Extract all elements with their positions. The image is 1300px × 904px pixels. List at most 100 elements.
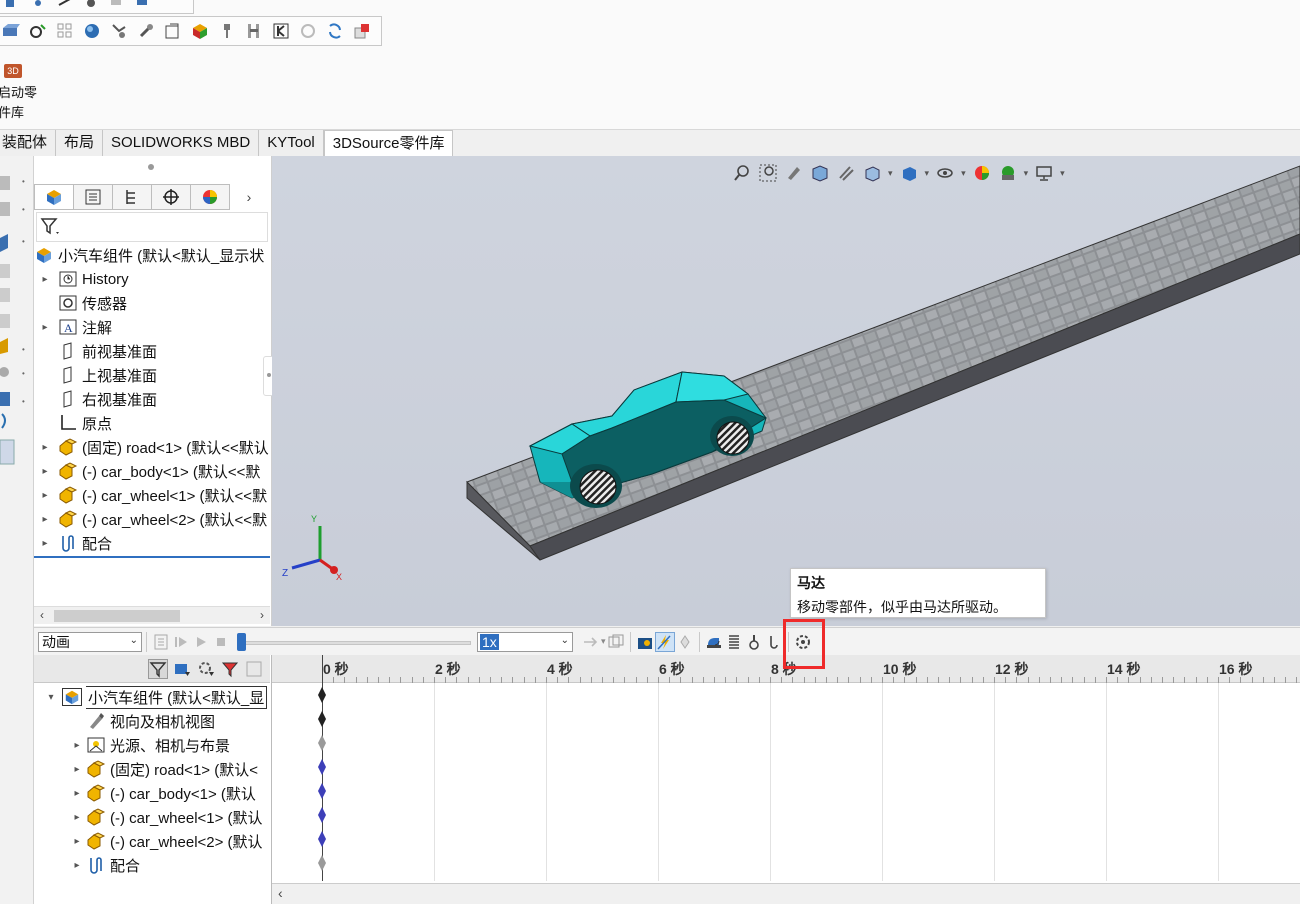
tree-item[interactable]: 原点: [38, 411, 112, 435]
tab-property-manager[interactable]: [73, 184, 113, 210]
model-view[interactable]: [272, 156, 1300, 626]
graphics-area[interactable]: ▾ ▾ ▾ ▾ ▾ Y Z X: [272, 156, 1300, 626]
scroll-right-icon[interactable]: ›: [260, 608, 264, 622]
expand-arrow-icon[interactable]: ▸: [38, 538, 52, 549]
assembly-features-icon[interactable]: [163, 21, 183, 41]
tree-item[interactable]: ▸ A 注解: [38, 315, 112, 339]
expand-arrow-icon[interactable]: ▸: [38, 490, 52, 501]
large-assembly-icon[interactable]: [352, 21, 372, 41]
play-from-start-icon[interactable]: [171, 632, 191, 652]
tab-configuration-manager[interactable]: [112, 184, 152, 210]
tree-root[interactable]: 小汽车组件 (默认<默认_显示状: [34, 243, 264, 267]
key-point[interactable]: [318, 807, 326, 823]
motion-timeline[interactable]: 0 秒2 秒4 秒6 秒8 秒 10 秒 12 秒 14 秒 16 秒 ‹: [272, 655, 1300, 904]
expand-arrow-icon[interactable]: ▸: [70, 788, 84, 799]
tree-item[interactable]: ▸ (固定) road<1> (默认<<默认: [38, 435, 269, 459]
motor-icon[interactable]: [704, 632, 724, 652]
instant3d-icon[interactable]: [271, 21, 291, 41]
horizontal-scrollbar[interactable]: ‹ ›: [34, 606, 270, 624]
motion-tree-item[interactable]: ▸ (-) car_body<1> (默认: [70, 781, 256, 805]
tab-dimxpert[interactable]: [151, 184, 191, 210]
tree-item[interactable]: ▸ 配合: [38, 531, 112, 555]
scroll-thumb[interactable]: [54, 610, 180, 622]
tab-assembly[interactable]: 装配体: [0, 130, 57, 156]
tree-item[interactable]: 传感器: [38, 291, 127, 315]
toolbar-icon[interactable]: [81, 0, 101, 16]
insert-component-icon[interactable]: [1, 21, 21, 41]
tree-item[interactable]: ▸ (-) car_wheel<1> (默认<<默: [38, 483, 267, 507]
tree-item[interactable]: ▸ History: [38, 267, 128, 291]
expand-arrow-icon[interactable]: ▸: [38, 514, 52, 525]
tab-feature-manager[interactable]: [34, 184, 74, 210]
motion-tree-item[interactable]: ▸ (-) car_wheel<2> (默认: [70, 829, 263, 853]
tree-item[interactable]: ▸ (-) car_wheel<2> (默认<<默: [38, 507, 267, 531]
toolbar-icon[interactable]: [29, 0, 49, 16]
launch-library-button[interactable]: 3D 启动零 件库: [0, 60, 40, 122]
bom-icon[interactable]: [217, 21, 237, 41]
tab-mbd[interactable]: SOLIDWORKS MBD: [103, 130, 260, 156]
expand-arrow-icon[interactable]: ▸: [70, 764, 84, 775]
key-point[interactable]: [318, 759, 326, 775]
key-point[interactable]: [318, 783, 326, 799]
expand-arrow-icon[interactable]: ▸: [38, 274, 52, 285]
key-point[interactable]: [318, 711, 326, 727]
pattern-icon[interactable]: [55, 21, 75, 41]
expand-arrow-icon[interactable]: ▸: [70, 740, 84, 751]
filter-animated-icon[interactable]: [148, 658, 168, 679]
panel-tabs-more-icon[interactable]: ›: [229, 184, 269, 210]
toolbar-icon[interactable]: [55, 0, 75, 16]
timeline-scrollbar[interactable]: ‹: [272, 883, 1300, 904]
expand-arrow-icon[interactable]: ▾: [44, 692, 58, 703]
tree-item[interactable]: ▸ (-) car_body<1> (默认<<默: [38, 459, 260, 483]
move-component-icon[interactable]: [109, 21, 129, 41]
motion-tree-item[interactable]: ▾ 小汽车组件 (默认<默认_显: [44, 685, 268, 709]
toolbar-icon[interactable]: [107, 0, 127, 16]
tab-display-manager[interactable]: [190, 184, 230, 210]
reference-geometry-icon[interactable]: [190, 21, 210, 41]
key-point[interactable]: [318, 855, 326, 871]
filter-selected-icon[interactable]: [196, 659, 216, 679]
filter-driving-icon[interactable]: [172, 659, 192, 679]
motion-tree-item[interactable]: ▸ 配合: [70, 853, 140, 877]
playback-speed-dropdown[interactable]: 1x ⌄: [477, 631, 573, 652]
play-icon[interactable]: [191, 632, 211, 652]
key-point[interactable]: [318, 687, 326, 703]
expand-arrow-icon[interactable]: ▸: [70, 860, 84, 871]
collapse-tree-icon[interactable]: [244, 659, 264, 679]
exploded-view-icon[interactable]: [244, 21, 264, 41]
motion-tree-item[interactable]: ▸ (固定) road<1> (默认<: [70, 757, 258, 781]
playback-slider[interactable]: [237, 632, 471, 652]
motion-tree-item[interactable]: ▸ 光源、相机与布景: [70, 733, 230, 757]
expand-arrow-icon[interactable]: ▸: [38, 322, 52, 333]
expand-arrow-icon[interactable]: ▸: [38, 466, 52, 477]
take-snapshot-icon[interactable]: [325, 21, 345, 41]
tree-item[interactable]: 上视基准面: [38, 363, 157, 387]
toolbar-icon[interactable]: [3, 0, 23, 16]
animation-wizard-icon[interactable]: [635, 632, 655, 652]
calculate-icon[interactable]: [151, 632, 171, 652]
tab-kytool[interactable]: KYTool: [259, 130, 324, 156]
autokey-icon[interactable]: [654, 631, 675, 652]
slider-thumb[interactable]: [237, 632, 246, 651]
playback-mode-icon[interactable]: [581, 632, 601, 652]
spring-icon[interactable]: [724, 632, 744, 652]
tab-3dsource[interactable]: 3DSource零件库: [323, 130, 454, 156]
mate-icon[interactable]: [28, 21, 48, 41]
gravity-icon[interactable]: [764, 632, 784, 652]
show-hidden-icon[interactable]: [136, 21, 156, 41]
expand-arrow-icon[interactable]: ▸: [70, 812, 84, 823]
key-point[interactable]: [318, 831, 326, 847]
update-speedpak-icon[interactable]: [298, 21, 318, 41]
key-point[interactable]: [318, 735, 326, 751]
save-animation-icon[interactable]: [606, 632, 626, 652]
expand-arrow-icon[interactable]: ▸: [70, 836, 84, 847]
tree-item[interactable]: 右视基准面: [38, 387, 157, 411]
scroll-left-icon[interactable]: ‹: [278, 885, 283, 901]
tab-layout[interactable]: 布局: [56, 130, 104, 156]
left-strip-icons[interactable]: • • • • • •: [0, 156, 34, 476]
expand-arrow-icon[interactable]: ▸: [38, 442, 52, 453]
smart-fastener-icon[interactable]: [82, 21, 102, 41]
motion-tree-item[interactable]: ▸ (-) car_wheel<1> (默认: [70, 805, 263, 829]
filter-results-icon[interactable]: [220, 659, 240, 679]
contact-icon[interactable]: [744, 632, 764, 652]
